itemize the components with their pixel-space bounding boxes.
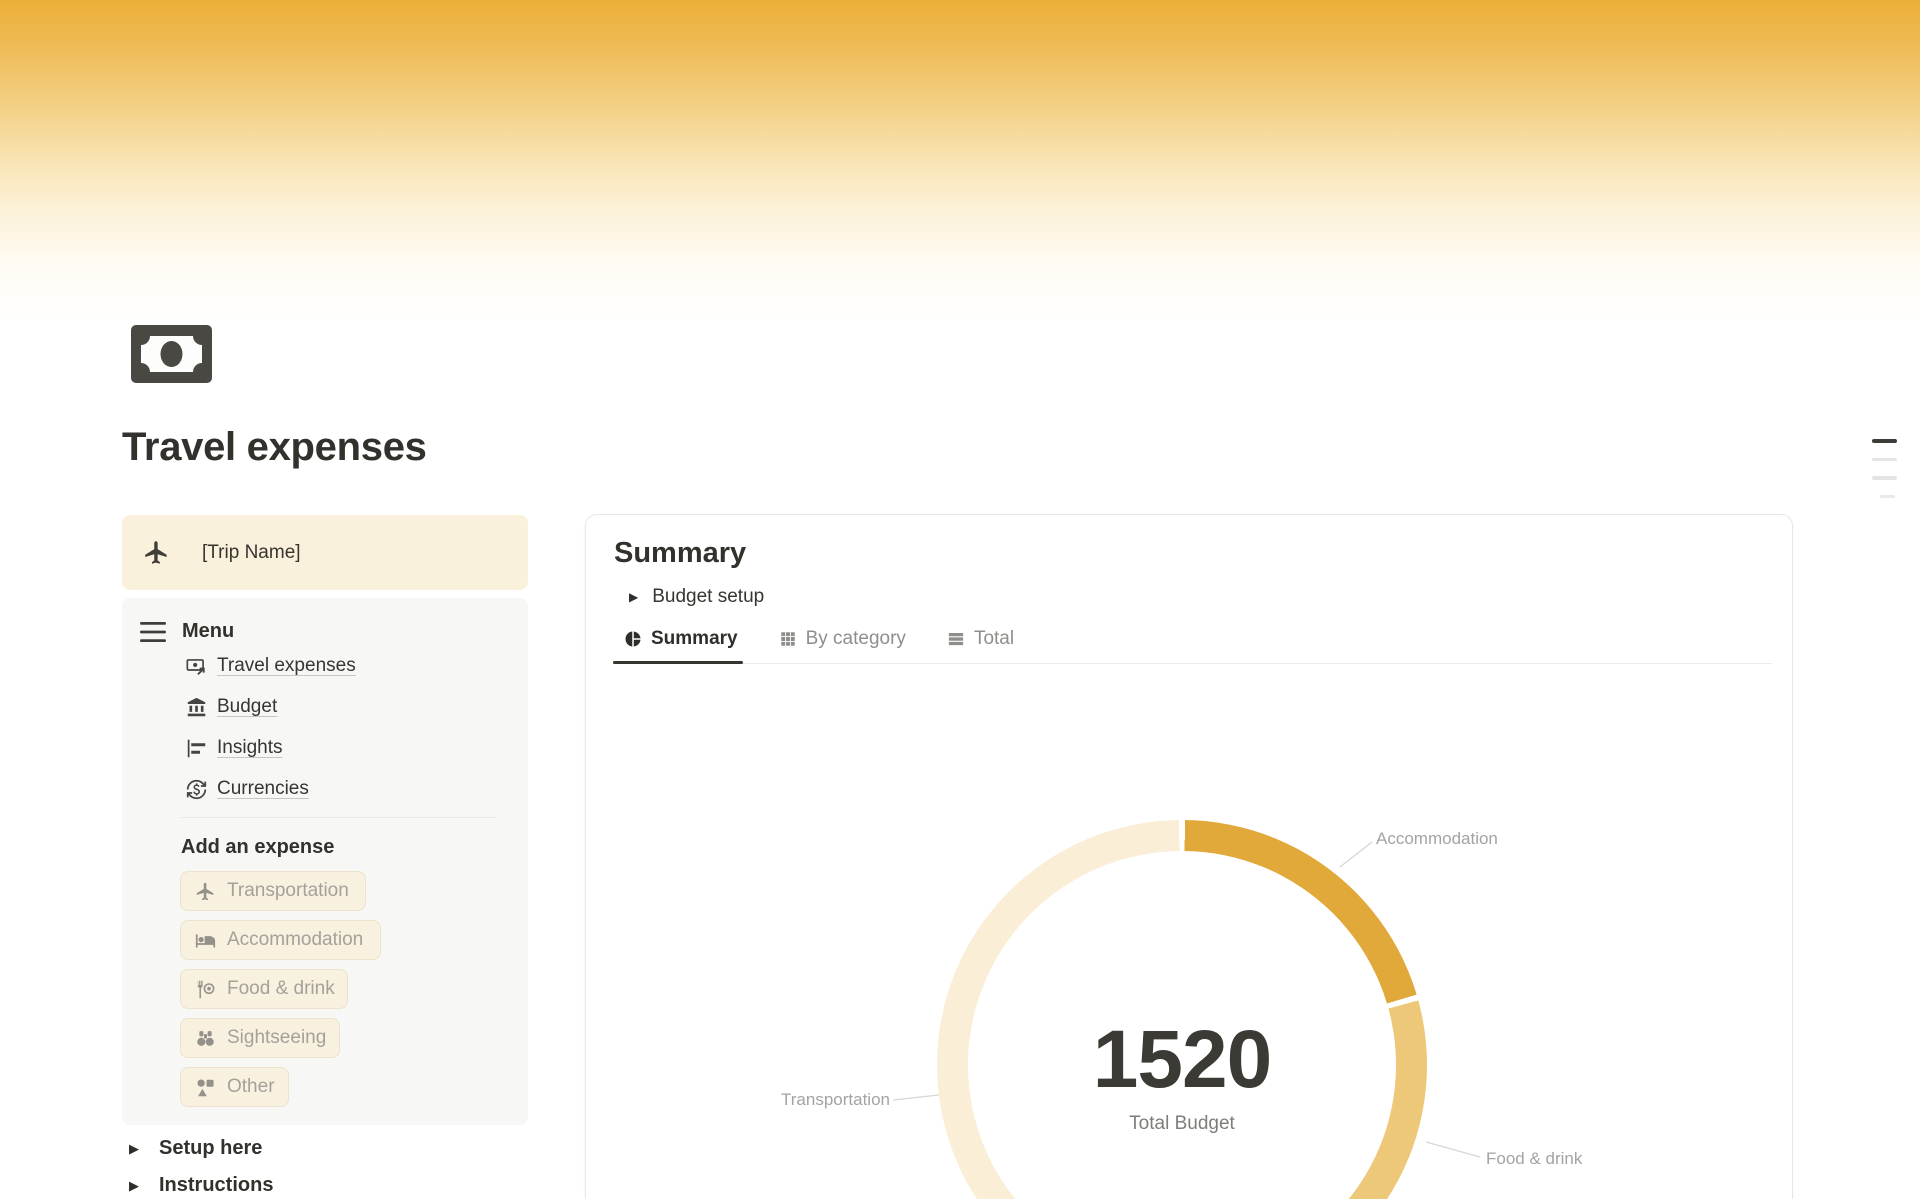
active-tab-underline (613, 661, 743, 664)
button-label: Other (227, 1076, 275, 1098)
airplane-icon (143, 539, 170, 566)
rows-icon (947, 630, 965, 648)
banknote-icon[interactable] (131, 325, 212, 383)
setup-here-toggle[interactable]: ▶ Setup here (129, 1137, 262, 1160)
donut-hole (968, 851, 1396, 1199)
chart-label-accommodation: Accommodation (1376, 829, 1498, 849)
sidebar-link-label: Insights (217, 737, 282, 759)
chart-label-food-drink: Food & drink (1486, 1149, 1582, 1169)
toc-line[interactable] (1872, 476, 1897, 480)
add-expense-heading: Add an expense (181, 836, 334, 859)
leader-line-accommodation (1340, 842, 1372, 867)
toc-line[interactable] (1872, 458, 1897, 462)
page-title: Travel expenses (122, 425, 427, 470)
sidebar-link-budget[interactable]: Budget (186, 693, 277, 721)
chart-label-transportation: Transportation (781, 1090, 883, 1110)
sidebar-link-label: Budget (217, 696, 277, 718)
add-other-button[interactable]: Other (180, 1067, 289, 1107)
banknote-arrow-icon (186, 656, 207, 677)
bank-icon (186, 697, 207, 718)
button-label: Transportation (227, 880, 349, 902)
pie-chart-icon (624, 630, 642, 648)
bed-icon (195, 930, 216, 951)
toggle-triangle-icon: ▶ (129, 1141, 151, 1157)
budget-setup-label: Budget setup (652, 586, 764, 608)
add-food-drink-button[interactable]: Food & drink (180, 969, 348, 1009)
toc-line[interactable] (1880, 495, 1895, 499)
grid-icon (779, 630, 797, 648)
sidebar-link-label: Currencies (217, 778, 309, 800)
binoculars-icon (195, 1028, 216, 1049)
airplane-icon (195, 881, 216, 902)
toggle-triangle-icon: ▶ (629, 590, 638, 604)
menu-panel: Menu Travel expenses Budget Insights (122, 598, 528, 1125)
sidebar-link-insights[interactable]: Insights (186, 734, 282, 762)
button-label: Accommodation (227, 929, 363, 951)
trip-name-label: [Trip Name] (202, 542, 301, 564)
tab-label: Summary (651, 628, 738, 650)
budget-setup-toggle[interactable]: ▶ Budget setup (629, 586, 764, 608)
button-label: Sightseeing (227, 1027, 326, 1049)
fork-plate-icon (195, 979, 216, 1000)
menu-heading-row: Menu (140, 620, 234, 643)
tab-divider (613, 663, 1772, 664)
leader-line-transportation (893, 1095, 939, 1100)
leader-line-food-drink (1426, 1142, 1480, 1157)
tab-label: Total (974, 628, 1014, 650)
page-cover-gradient (0, 0, 1920, 322)
card-title: Summary (614, 537, 746, 570)
sidebar-link-currencies[interactable]: Currencies (186, 775, 309, 803)
currency-exchange-icon (186, 779, 207, 800)
add-sightseeing-button[interactable]: Sightseeing (180, 1018, 340, 1058)
menu-heading: Menu (182, 620, 234, 643)
budget-donut-chart[interactable] (937, 820, 1427, 1199)
add-transportation-button[interactable]: Transportation (180, 871, 366, 911)
bar-chart-icon (186, 738, 207, 759)
tab-total[interactable]: Total (947, 628, 1014, 650)
notion-page: Travel expenses [Trip Name] Menu (0, 0, 1920, 1199)
toggle-label: Instructions (159, 1174, 273, 1197)
shapes-icon (195, 1077, 216, 1098)
summary-card: Summary ▶ Budget setup Summary By catego… (585, 514, 1793, 1199)
divider (181, 817, 497, 818)
toc-line[interactable] (1872, 439, 1897, 443)
sidebar-link-label: Travel expenses (217, 655, 356, 677)
add-accommodation-button[interactable]: Accommodation (180, 920, 381, 960)
instructions-toggle[interactable]: ▶ Instructions (129, 1174, 273, 1197)
chart-tabs: Summary By category Total (624, 628, 1055, 650)
trip-name-callout[interactable]: [Trip Name] (122, 515, 528, 590)
sidebar-link-travel-expenses[interactable]: Travel expenses (186, 652, 356, 680)
toggle-label: Setup here (159, 1137, 262, 1160)
tab-label: By category (806, 628, 906, 650)
toggle-triangle-icon: ▶ (129, 1178, 151, 1194)
tab-summary[interactable]: Summary (624, 628, 738, 650)
hamburger-icon (140, 621, 166, 643)
tab-by-category[interactable]: By category (779, 628, 906, 650)
table-of-contents-indicator[interactable] (1872, 439, 1897, 513)
button-label: Food & drink (227, 978, 335, 1000)
